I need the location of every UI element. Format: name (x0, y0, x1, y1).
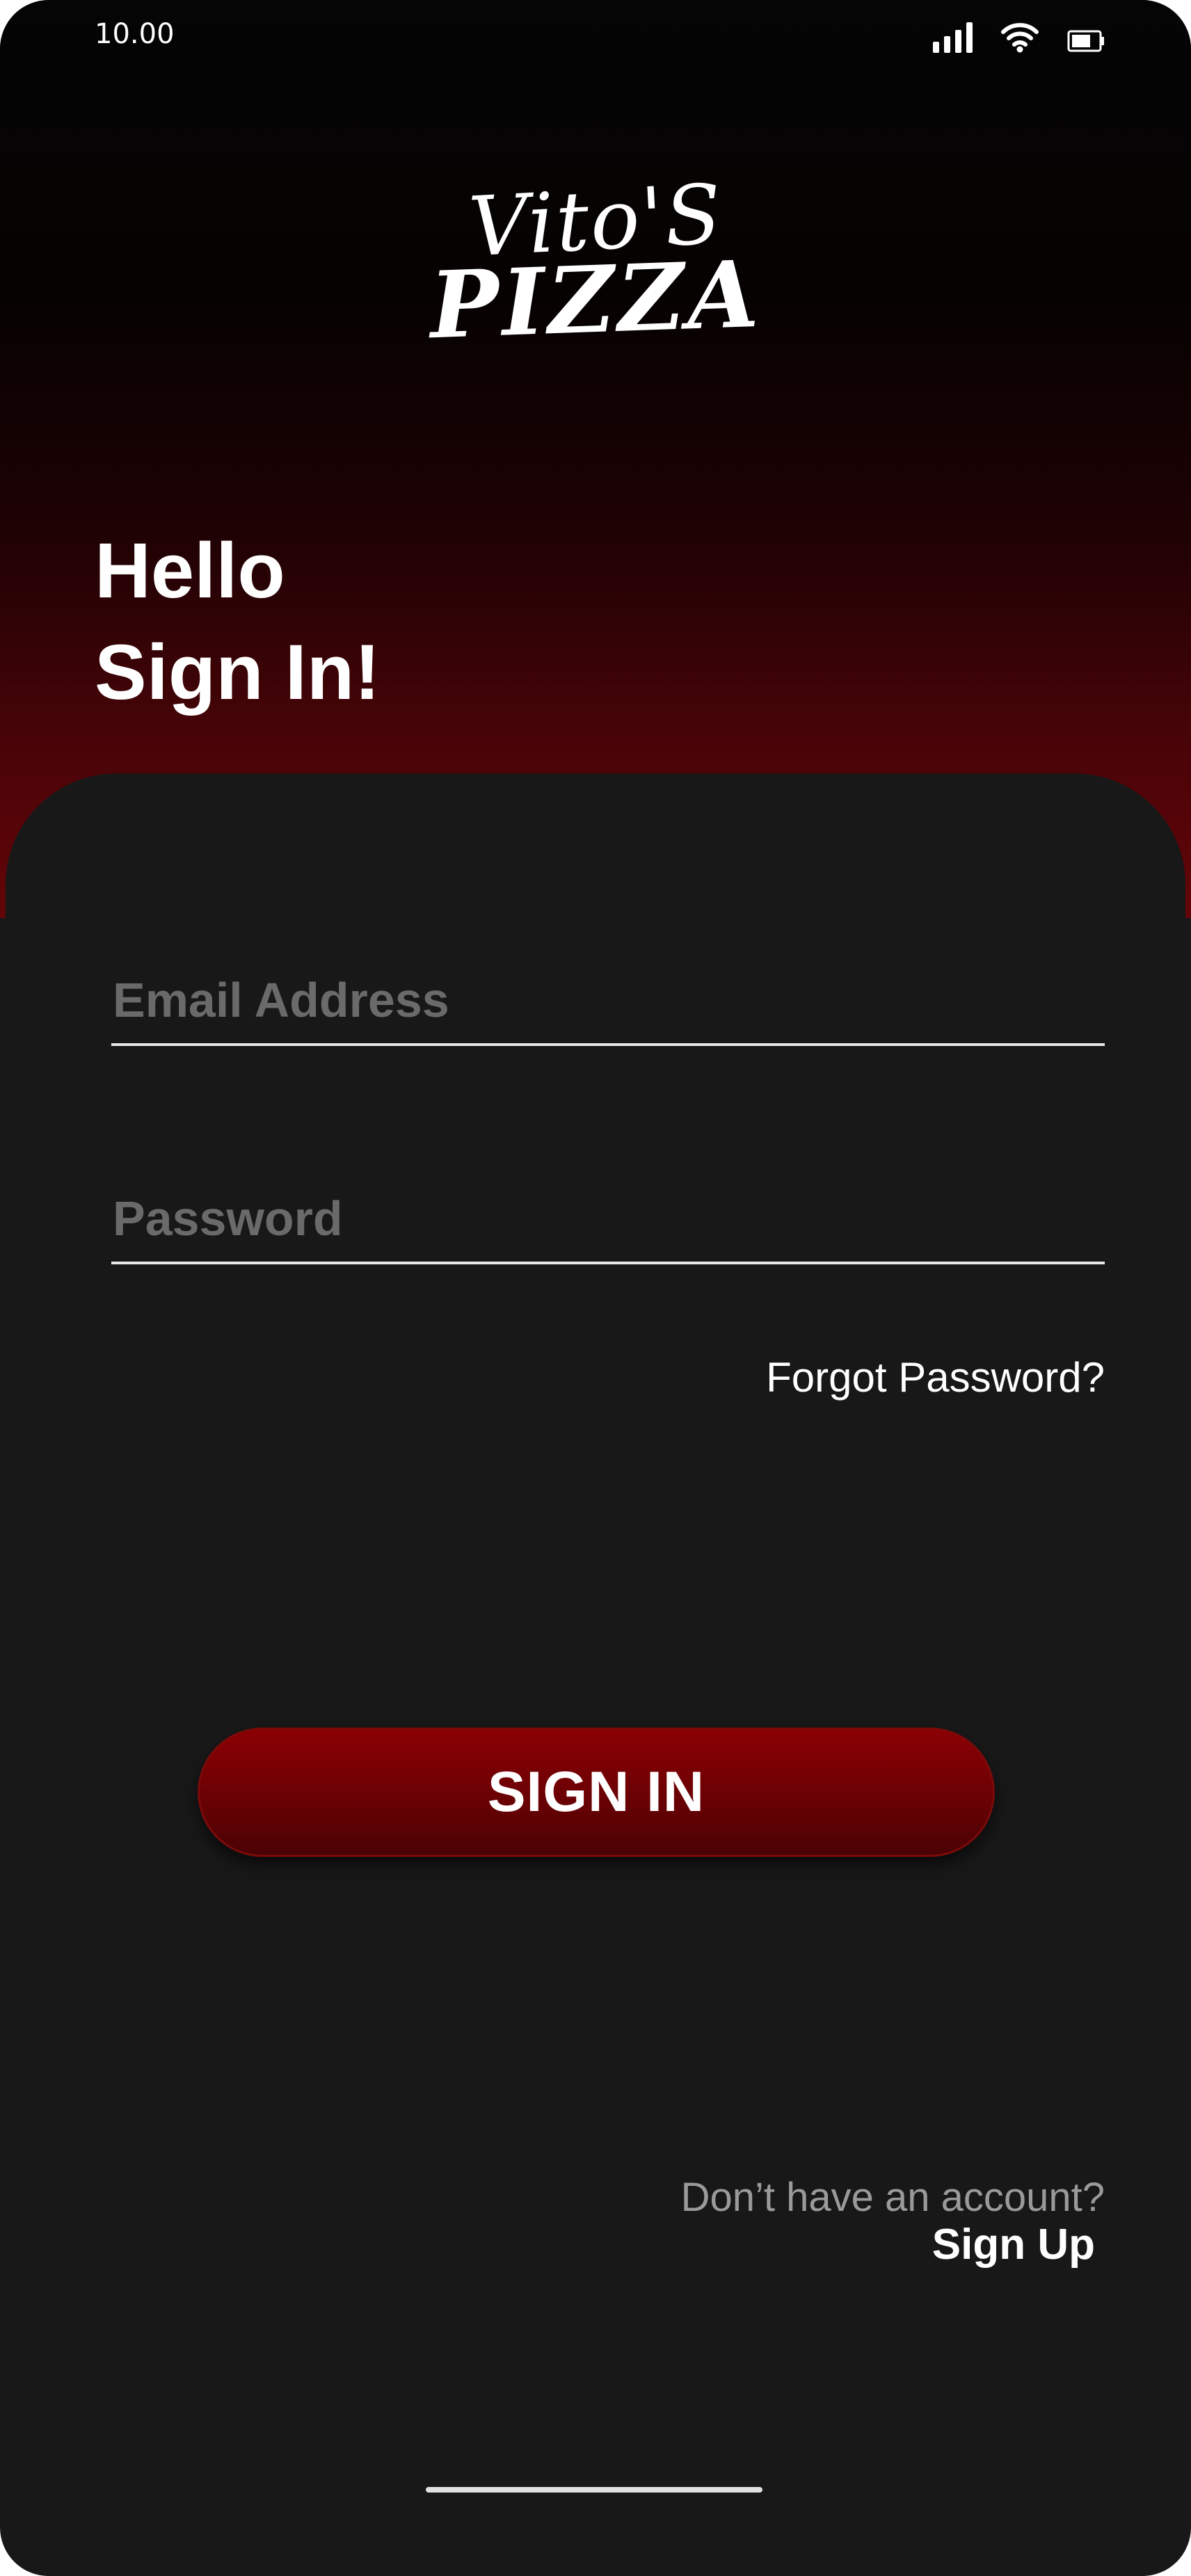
password-field-container (111, 1191, 1105, 1264)
status-icons (933, 18, 1105, 53)
greeting-line-2: Sign In! (95, 629, 381, 716)
home-indicator[interactable] (426, 2487, 762, 2493)
login-screen: 10.00 Vito'S PIZZA Hello Sign In! Email … (0, 0, 1191, 2576)
brand-logo: Vito'S PIZZA (0, 166, 1191, 360)
email-field-container (111, 972, 1105, 1046)
battery-icon (1067, 29, 1105, 53)
email-field[interactable] (111, 972, 1105, 1043)
signal-icon (933, 21, 973, 53)
sign-up-link[interactable]: Sign Up (932, 2220, 1095, 2269)
status-time: 10.00 (95, 18, 175, 50)
sign-in-button[interactable]: SIGN IN (198, 1728, 995, 1857)
forgot-password-link[interactable]: Forgot Password? (766, 1353, 1105, 1401)
password-field[interactable] (111, 1191, 1105, 1262)
logo-line-2: PIZZA (428, 240, 763, 360)
wifi-icon (1000, 21, 1039, 53)
greeting-line-1: Hello (95, 527, 285, 614)
page-title: Hello Sign In! (95, 520, 381, 723)
signup-prompt: Don’t have an account? (680, 2175, 1105, 2220)
